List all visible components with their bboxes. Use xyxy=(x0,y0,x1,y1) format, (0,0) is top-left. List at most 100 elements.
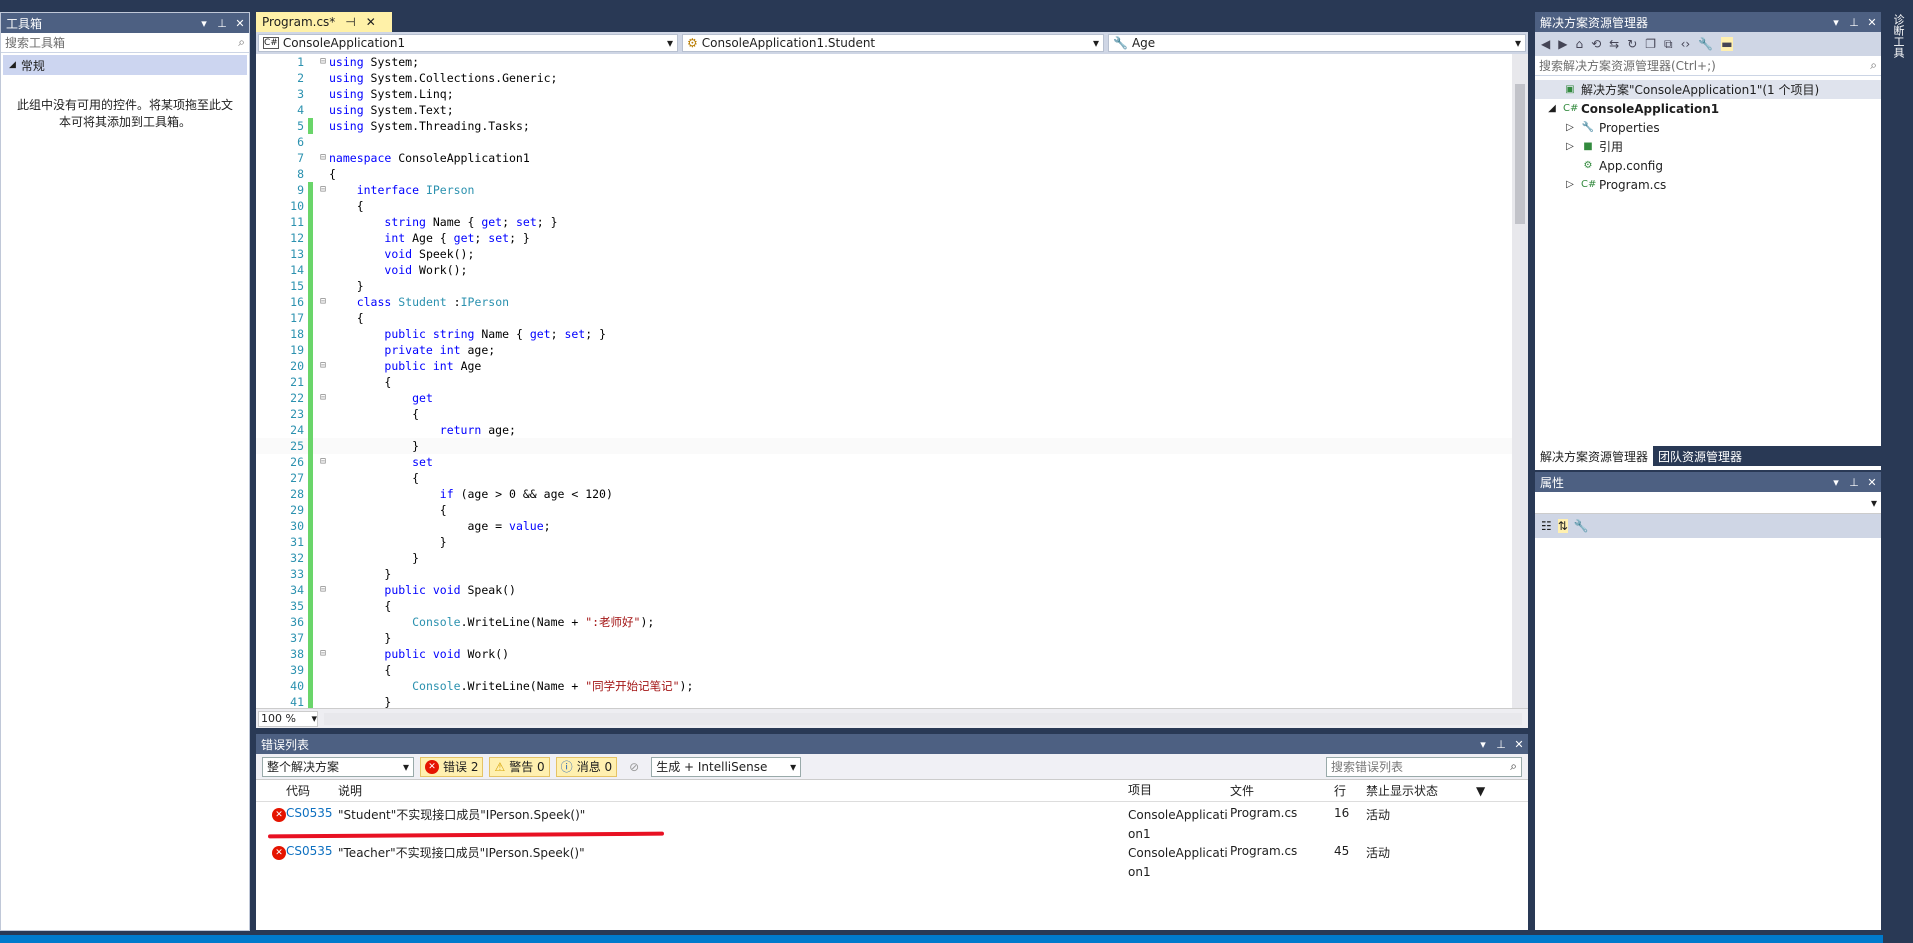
code-line[interactable]: 36 Console.WriteLine(Name + ":老师好"); xyxy=(256,614,1512,630)
diagnostic-tools-strip[interactable]: 诊断工具 xyxy=(1883,0,1913,943)
code-line[interactable]: 13 void Speek(); xyxy=(256,246,1512,262)
fold-icon[interactable]: ⊟ xyxy=(317,582,329,598)
header-line[interactable]: 行 xyxy=(1334,782,1366,799)
zoom-dropdown[interactable]: 100 % ▾ xyxy=(258,710,318,727)
object-selector[interactable]: ▾ xyxy=(1535,492,1881,514)
code-line[interactable]: 22 ⊟ get xyxy=(256,390,1512,406)
home-icon[interactable]: ⌂ xyxy=(1575,37,1583,51)
properties-icon[interactable]: 🔧 xyxy=(1698,37,1713,51)
scroll-thumb[interactable] xyxy=(1515,84,1525,224)
filter-icon[interactable]: ⊘ xyxy=(629,760,639,774)
tree-item[interactable]: ⚙ App.config xyxy=(1535,156,1881,175)
pin-icon[interactable]: ⊣ xyxy=(345,15,355,29)
messages-filter-button[interactable]: ⓘ 消息 0 xyxy=(555,756,618,777)
tab-program-cs[interactable]: Program.cs* ⊣ ✕ xyxy=(256,12,392,32)
search-icon[interactable]: ⌕ xyxy=(1870,58,1877,73)
toolbox-search-input[interactable]: 搜索工具箱 ⌕ xyxy=(1,33,249,53)
code-line[interactable]: 38 ⊟ public void Work() xyxy=(256,646,1512,662)
code-line[interactable]: 3 using System.Linq; xyxy=(256,86,1512,102)
code-line[interactable]: 17 { xyxy=(256,310,1512,326)
tree-item[interactable]: ◢ C# ConsoleApplication1 xyxy=(1535,99,1881,118)
header-description[interactable]: 说明 xyxy=(338,782,1128,799)
code-line[interactable]: 4 using System.Text; xyxy=(256,102,1512,118)
code-line[interactable]: 16 ⊟ class Student :IPerson xyxy=(256,294,1512,310)
code-line[interactable]: 27 { xyxy=(256,470,1512,486)
member-dropdown[interactable]: 🔧 Age ▾ xyxy=(1108,34,1526,52)
code-line[interactable]: 39 { xyxy=(256,662,1512,678)
code-line[interactable]: 32 } xyxy=(256,550,1512,566)
code-line[interactable]: 33 } xyxy=(256,566,1512,582)
code-line[interactable]: 8{ xyxy=(256,166,1512,182)
forward-icon[interactable]: ▶ xyxy=(1558,37,1567,51)
dropdown-icon[interactable]: ▾ xyxy=(1827,16,1845,29)
error-code-link[interactable]: CS0535 xyxy=(286,806,338,820)
tree-item[interactable]: ▷ 🔧 Properties xyxy=(1535,118,1881,137)
code-line[interactable]: 2 using System.Collections.Generic; xyxy=(256,70,1512,86)
code-line[interactable]: 35 { xyxy=(256,598,1512,614)
project-dropdown[interactable]: C# ConsoleApplication1 ▾ xyxy=(258,34,678,52)
error-code-link[interactable]: CS0535 xyxy=(286,844,338,858)
code-line[interactable]: 20 ⊟ public int Age xyxy=(256,358,1512,374)
expander-icon[interactable]: ▷ xyxy=(1563,141,1577,152)
code-line[interactable]: 15 } xyxy=(256,278,1512,294)
class-dropdown[interactable]: ⚙ ConsoleApplication1.Student ▾ xyxy=(682,34,1104,52)
pin-icon[interactable]: ⊥ xyxy=(1845,476,1863,489)
code-line[interactable]: 34 ⊟ public void Speak() xyxy=(256,582,1512,598)
vertical-scrollbar[interactable] xyxy=(1512,54,1528,708)
close-icon[interactable]: ✕ xyxy=(231,17,249,30)
alphabetical-icon[interactable]: ⇅ xyxy=(1557,519,1568,533)
code-line[interactable]: 14 void Work(); xyxy=(256,262,1512,278)
back-icon[interactable]: ◀ xyxy=(1541,37,1550,51)
code-line[interactable]: 26 ⊟ set xyxy=(256,454,1512,470)
close-icon[interactable]: ✕ xyxy=(1510,738,1528,751)
fold-icon[interactable]: ⊟ xyxy=(317,454,329,470)
code-line[interactable]: 21 { xyxy=(256,374,1512,390)
expander-icon[interactable]: ▷ xyxy=(1563,122,1577,133)
expander-icon[interactable]: ◢ xyxy=(1545,103,1559,114)
header-file[interactable]: 文件 xyxy=(1230,782,1334,799)
code-line[interactable]: 10 { xyxy=(256,198,1512,214)
close-icon[interactable]: ✕ xyxy=(1863,16,1881,29)
error-search-input[interactable]: 搜索错误列表 ⌕ xyxy=(1326,756,1522,777)
errors-filter-button[interactable]: ✕ 错误 2 xyxy=(420,756,484,777)
code-line[interactable]: 19 private int age; xyxy=(256,342,1512,358)
fold-icon[interactable]: ⊟ xyxy=(317,54,329,70)
build-filter-dropdown[interactable]: 生成 + IntelliSense ▾ xyxy=(651,756,802,777)
code-line[interactable]: 11 string Name { get; set; } xyxy=(256,214,1512,230)
pin-icon[interactable]: ⊥ xyxy=(213,17,231,30)
warnings-filter-button[interactable]: ⚠ 警告 0 xyxy=(489,756,550,777)
categorized-icon[interactable]: ☷ xyxy=(1541,519,1552,533)
horizontal-scrollbar[interactable] xyxy=(324,712,1522,725)
code-line[interactable]: 40 Console.WriteLine(Name + "同学开始记笔记"); xyxy=(256,678,1512,694)
collapse-all-icon[interactable]: ❐ xyxy=(1645,37,1656,51)
header-project[interactable]: 项目 xyxy=(1128,781,1230,800)
code-line[interactable]: 41 } xyxy=(256,694,1512,708)
search-icon[interactable]: ⌕ xyxy=(1510,759,1517,774)
code-line[interactable]: 12 int Age { get; set; } xyxy=(256,230,1512,246)
copy-icon[interactable]: ⧉ xyxy=(1664,37,1673,52)
fold-icon[interactable]: ⊟ xyxy=(317,182,329,198)
expander-icon[interactable]: ▷ xyxy=(1563,179,1577,190)
code-line[interactable]: 37 } xyxy=(256,630,1512,646)
tab-solution-explorer[interactable]: 解决方案资源管理器 xyxy=(1535,446,1654,466)
header-code[interactable]: 代码 xyxy=(286,782,338,799)
pin-icon[interactable]: ⊥ xyxy=(1845,16,1863,29)
code-line[interactable]: 23 { xyxy=(256,406,1512,422)
code-line[interactable]: 30 age = value; xyxy=(256,518,1512,534)
code-line[interactable]: 6 xyxy=(256,134,1512,150)
sync-icon[interactable]: ⇆ xyxy=(1609,37,1619,51)
table-row[interactable]: ✕ CS0535 "Teacher"不实现接口成员"IPerson.Speek()"… xyxy=(256,840,1528,879)
refresh-icon[interactable]: ↻ xyxy=(1627,37,1637,51)
fold-icon[interactable]: ⊟ xyxy=(317,390,329,406)
code-line[interactable]: 18 public string Name { get; set; } xyxy=(256,326,1512,342)
tree-item[interactable]: ▣ 解决方案"ConsoleApplication1"(1 个项目) xyxy=(1535,80,1881,99)
close-icon[interactable]: ✕ xyxy=(1863,476,1881,489)
fold-icon[interactable]: ⊟ xyxy=(317,646,329,662)
dropdown-icon[interactable]: ▾ xyxy=(195,17,213,30)
code-line[interactable]: 25 } xyxy=(256,438,1512,454)
code-area[interactable]: 1 ⊟ using System; 2 using System.Collections… xyxy=(256,54,1512,708)
fold-icon[interactable]: ⊟ xyxy=(317,150,329,166)
fold-icon[interactable]: ⊟ xyxy=(317,358,329,374)
fold-icon[interactable]: ⊟ xyxy=(317,294,329,310)
code-line[interactable]: 5 using System.Threading.Tasks; xyxy=(256,118,1512,134)
